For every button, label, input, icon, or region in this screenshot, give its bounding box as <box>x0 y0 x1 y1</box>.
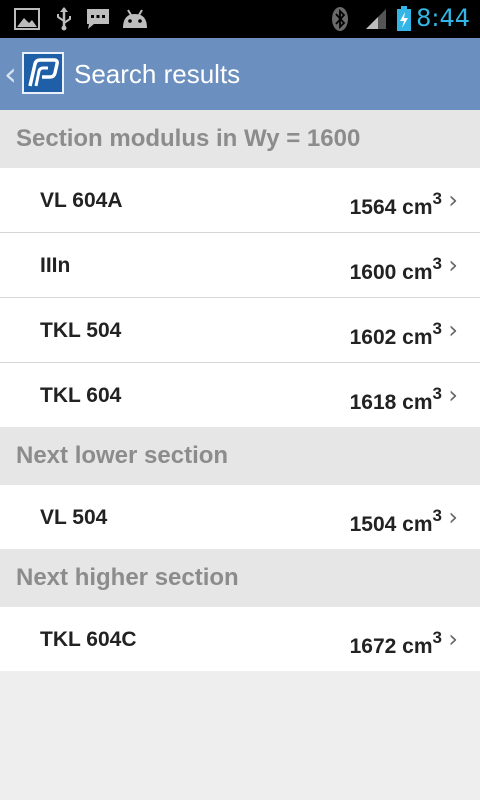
section-header-higher: Next higher section <box>0 549 480 607</box>
section-name: VL 504 <box>40 506 108 529</box>
list-item[interactable]: IIIn 1600 cm3 › <box>0 233 480 298</box>
status-bar: 8:44 <box>0 0 480 38</box>
section-header-label: Section modulus in Wy = 1600 <box>16 125 361 152</box>
section-modulus-value: 1672 cm3 <box>349 628 442 658</box>
list-item[interactable]: TKL 504 1602 cm3 › <box>0 298 480 363</box>
list-item[interactable]: VL 504 1504 cm3 › <box>0 485 480 549</box>
chevron-right-icon: › <box>448 186 458 214</box>
usb-icon <box>54 7 74 31</box>
list-item[interactable]: VL 604A 1564 cm3 › <box>0 168 480 233</box>
screen-title: Search results <box>74 59 241 89</box>
section-name: IIIn <box>40 254 71 277</box>
section-name: VL 604A <box>40 189 123 212</box>
back-chevron-icon[interactable]: ‹ <box>4 54 17 94</box>
section-header-lower: Next lower section <box>0 427 480 485</box>
section-name: TKL 504 <box>40 319 122 342</box>
section-header-target: Section modulus in Wy = 1600 <box>0 110 480 168</box>
message-icon <box>84 7 112 31</box>
bluetooth-icon <box>330 7 350 31</box>
signal-icon <box>364 7 388 31</box>
section-header-label: Next lower section <box>16 442 229 469</box>
section-modulus-value: 1504 cm3 <box>349 506 442 536</box>
section-modulus-value: 1600 cm3 <box>349 254 442 284</box>
section-modulus-value: 1564 cm3 <box>349 189 442 219</box>
chevron-right-icon: › <box>448 251 458 279</box>
chevron-right-icon: › <box>448 625 458 653</box>
chevron-right-icon: › <box>448 503 458 531</box>
section-modulus-value: 1602 cm3 <box>349 319 442 349</box>
chevron-right-icon: › <box>448 316 458 344</box>
results-list: Section modulus in Wy = 1600 VL 604A 156… <box>0 110 480 671</box>
section-name: TKL 604 <box>40 384 122 407</box>
section-modulus-value: 1618 cm3 <box>349 384 442 414</box>
section-header-label: Next higher section <box>16 564 239 591</box>
android-debug-icon <box>120 7 150 31</box>
section-name: TKL 604C <box>40 628 137 651</box>
list-item[interactable]: TKL 604C 1672 cm3 › <box>0 607 480 671</box>
chevron-right-icon: › <box>448 381 458 409</box>
battery-charging-icon <box>396 6 412 31</box>
app-logo-icon[interactable] <box>22 52 64 94</box>
action-bar: ‹ Search results <box>0 38 480 110</box>
status-time: 8:44 <box>416 4 470 32</box>
list-item[interactable]: TKL 604 1618 cm3 › <box>0 363 480 427</box>
picture-notification-icon <box>14 7 40 31</box>
